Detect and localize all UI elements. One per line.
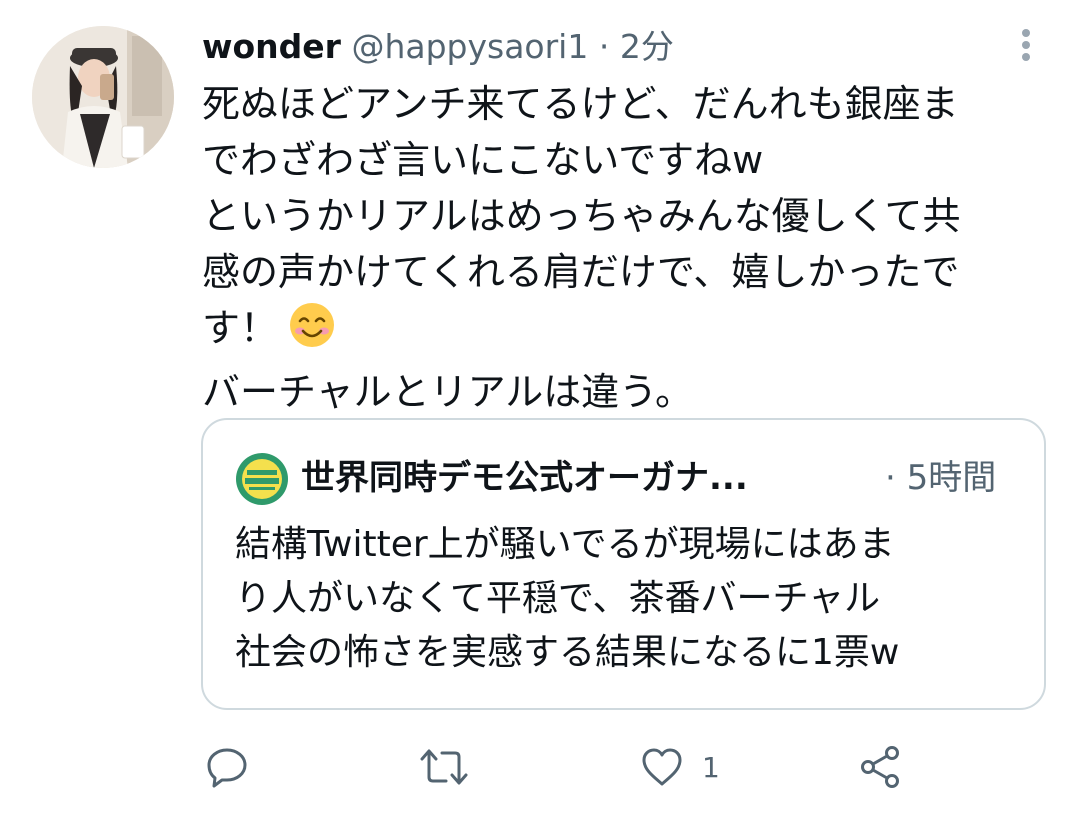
tweet-text-line: 死ぬほどアンチ来てるけど、だんれも銀座ま: [202, 82, 959, 126]
like-count: 1: [702, 750, 720, 784]
reply-icon: [207, 748, 247, 788]
quoted-text-line: 結構Twitter上が騒いでるが現場にはあま: [235, 524, 895, 565]
quoted-tweet-timestamp[interactable]: · 5時間: [885, 448, 996, 508]
tweet-text-line: でわざわざ言いにこないですねw: [202, 138, 764, 182]
tweet-text-line: というかリアルはめっちゃみんな優しくて共: [202, 194, 961, 238]
more-options-button[interactable]: [1012, 26, 1040, 64]
quoted-tweet-card[interactable]: 世界同時デモ公式オーガナ... · 5時間 結構Twitter上が騒いでるが現場…: [201, 418, 1046, 710]
author-avatar[interactable]: [32, 26, 174, 168]
more-dots-icon: [1022, 29, 1030, 61]
retweet-button[interactable]: [420, 740, 468, 794]
quoted-author-avatar[interactable]: [235, 452, 289, 506]
author-name[interactable]: wonder: [202, 27, 341, 66]
header-separator: ·: [598, 27, 610, 66]
quoted-text-line: り人がいなくて平穏で、茶番バーチャル: [235, 578, 881, 619]
tweet-text-line: 感の声かけてくれる肩だけで、嬉しかったで: [202, 250, 960, 294]
quoted-tweet-text: 結構Twitter上が騒いでるが現場にはあま り人がいなくて平穏で、茶番バーチャ…: [235, 518, 1025, 680]
retweet-icon: [420, 749, 468, 785]
quoted-text-line: 社会の怖さを実感する結果になるに1票w: [235, 632, 900, 673]
smiling-face-emoji-icon: [288, 301, 336, 364]
share-button[interactable]: [858, 740, 904, 794]
tweet-text-line-with-emoji: す！: [202, 300, 1062, 364]
tweet-text-fragment: す！: [202, 306, 279, 350]
share-icon: [861, 746, 899, 788]
tweet-header: wonder @happysaori1 · 2分: [202, 22, 674, 72]
tweet-timestamp[interactable]: 2分: [620, 27, 674, 66]
like-button[interactable]: 1: [640, 740, 720, 794]
author-handle[interactable]: @happysaori1: [351, 27, 588, 66]
tweet-text-line: バーチャルとリアルは違う。: [202, 370, 693, 414]
tweet-text: 死ぬほどアンチ来てるけど、だんれも銀座ま でわざわざ言いにこないですねw という…: [202, 76, 1062, 420]
quoted-author-name[interactable]: 世界同時デモ公式オーガナ...: [301, 448, 841, 508]
tweet-action-bar: 1: [0, 740, 1080, 794]
heart-icon: [642, 748, 682, 786]
reply-button[interactable]: [205, 740, 249, 794]
